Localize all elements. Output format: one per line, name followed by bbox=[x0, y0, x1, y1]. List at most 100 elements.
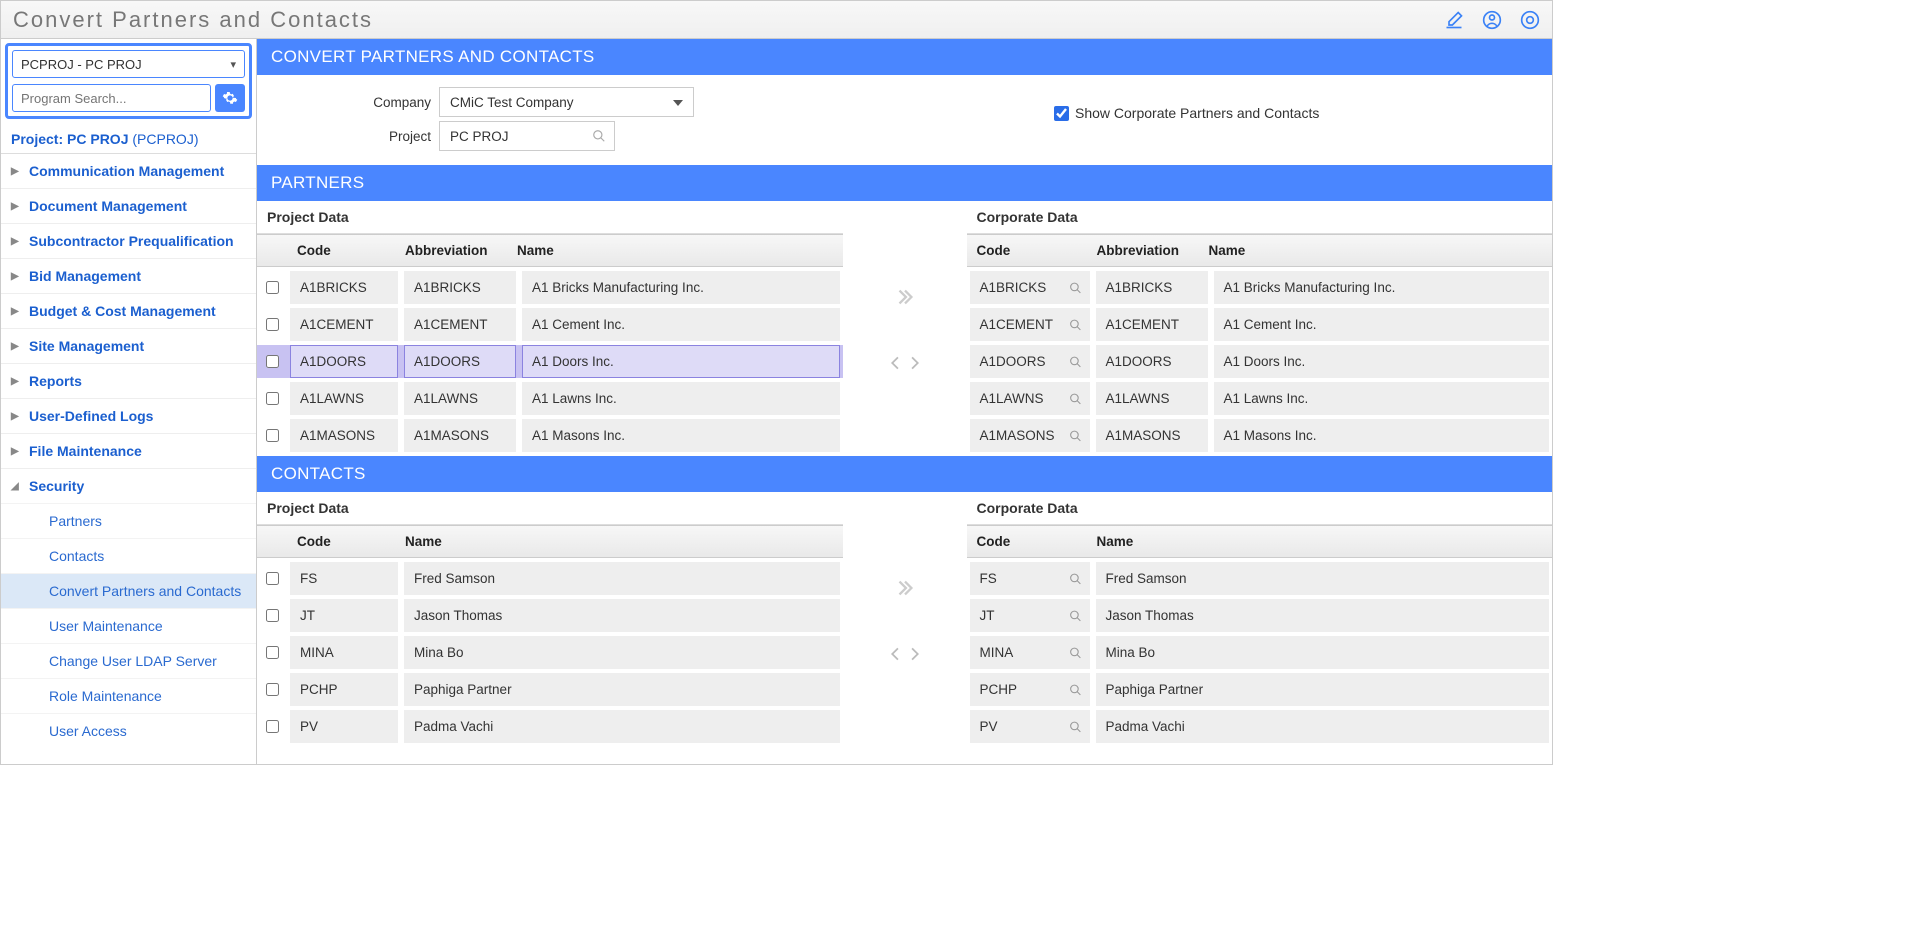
search-icon[interactable] bbox=[1069, 683, 1082, 696]
project-label: Project: PC PROJ (PCPROJ) bbox=[1, 123, 256, 153]
project-label-form: Project bbox=[269, 129, 439, 144]
nav-security-useraccess[interactable]: User Access bbox=[1, 713, 256, 748]
nav-document[interactable]: ▶Document Management bbox=[1, 188, 256, 223]
row-checkbox[interactable] bbox=[266, 429, 279, 442]
page-title: Convert Partners and Contacts bbox=[13, 7, 373, 33]
row-checkbox[interactable] bbox=[266, 355, 279, 368]
nav-security-convert[interactable]: Convert Partners and Contacts bbox=[1, 573, 256, 608]
nav-bid[interactable]: ▶Bid Management bbox=[1, 258, 256, 293]
project-input[interactable]: PC PROJ bbox=[439, 121, 615, 151]
col-code[interactable]: Code bbox=[967, 526, 1087, 557]
row-checkbox[interactable] bbox=[266, 609, 279, 622]
row-checkbox[interactable] bbox=[266, 281, 279, 294]
table-row[interactable]: A1DOORS A1DOORS A1 Doors Inc. bbox=[967, 345, 1553, 382]
contacts-corporate-title: Corporate Data bbox=[967, 492, 1553, 525]
table-row[interactable]: A1MASONS A1MASONS A1 Masons Inc. bbox=[967, 419, 1553, 456]
table-row[interactable]: PV Padma Vachi bbox=[967, 710, 1553, 747]
contacts-project-panel: Project Data Code Name FS Fred Samson JT… bbox=[257, 492, 843, 747]
contacts-corporate-panel: Corporate Data Code Name FS Fred Samson … bbox=[967, 492, 1553, 747]
contacts-project-title: Project Data bbox=[257, 492, 843, 525]
partners-corporate-title: Corporate Data bbox=[967, 201, 1553, 234]
move-lr-icon[interactable] bbox=[888, 645, 922, 663]
col-abbr[interactable]: Abbreviation bbox=[395, 235, 507, 266]
col-code[interactable]: Code bbox=[967, 235, 1087, 266]
nav-reports[interactable]: ▶Reports bbox=[1, 363, 256, 398]
move-lr-icon[interactable] bbox=[888, 354, 922, 372]
table-row[interactable]: JT Jason Thomas bbox=[257, 599, 843, 636]
nav-security-contacts[interactable]: Contacts bbox=[1, 538, 256, 573]
show-corporate-checkbox[interactable]: Show Corporate Partners and Contacts bbox=[1054, 105, 1319, 121]
table-row[interactable]: A1DOORS A1DOORS A1 Doors Inc. bbox=[257, 345, 843, 382]
search-icon[interactable] bbox=[1069, 355, 1082, 368]
row-checkbox[interactable] bbox=[266, 720, 279, 733]
search-icon[interactable] bbox=[1069, 646, 1082, 659]
nav-budget[interactable]: ▶Budget & Cost Management bbox=[1, 293, 256, 328]
search-input[interactable] bbox=[12, 84, 211, 112]
gear-button[interactable] bbox=[215, 84, 245, 112]
company-select[interactable]: CMiC Test Company bbox=[439, 87, 694, 117]
table-row[interactable]: A1BRICKS A1BRICKS A1 Bricks Manufacturin… bbox=[967, 267, 1553, 308]
nav-security[interactable]: ◢Security bbox=[1, 468, 256, 503]
row-checkbox[interactable] bbox=[266, 318, 279, 331]
col-name[interactable]: Name bbox=[1199, 235, 1553, 266]
table-row[interactable]: A1MASONS A1MASONS A1 Masons Inc. bbox=[257, 419, 843, 456]
table-row[interactable]: FS Fred Samson bbox=[967, 558, 1553, 599]
table-row[interactable]: A1CEMENT A1CEMENT A1 Cement Inc. bbox=[967, 308, 1553, 345]
table-row[interactable]: MINA Mina Bo bbox=[967, 636, 1553, 673]
row-checkbox[interactable] bbox=[266, 646, 279, 659]
move-right-all-icon[interactable] bbox=[894, 577, 916, 599]
nav-filemaint[interactable]: ▶File Maintenance bbox=[1, 433, 256, 468]
help-icon[interactable] bbox=[1520, 10, 1540, 30]
nav-security-rolemaint[interactable]: Role Maintenance bbox=[1, 678, 256, 713]
col-code[interactable]: Code bbox=[287, 235, 395, 266]
search-icon[interactable] bbox=[1069, 392, 1082, 405]
nav-communication[interactable]: ▶Communication Management bbox=[1, 153, 256, 188]
header-contacts: CONTACTS bbox=[257, 456, 1552, 492]
row-checkbox[interactable] bbox=[266, 572, 279, 585]
move-right-all-icon[interactable] bbox=[894, 286, 916, 308]
row-checkbox[interactable] bbox=[266, 683, 279, 696]
partners-project-title: Project Data bbox=[257, 201, 843, 234]
project-select-value: PCPROJ - PC PROJ bbox=[21, 57, 142, 72]
table-row[interactable]: A1LAWNS A1LAWNS A1 Lawns Inc. bbox=[967, 382, 1553, 419]
project-select[interactable]: PCPROJ - PC PROJ bbox=[12, 50, 245, 78]
header-partners: PARTNERS bbox=[257, 165, 1552, 201]
nav-subcontractor[interactable]: ▶Subcontractor Prequalification bbox=[1, 223, 256, 258]
search-icon[interactable] bbox=[1069, 281, 1082, 294]
row-checkbox[interactable] bbox=[266, 392, 279, 405]
nav-site[interactable]: ▶Site Management bbox=[1, 328, 256, 363]
table-row[interactable]: PCHP Paphiga Partner bbox=[967, 673, 1553, 710]
table-row[interactable]: FS Fred Samson bbox=[257, 558, 843, 599]
partners-project-panel: Project Data Code Abbreviation Name A1BR… bbox=[257, 201, 843, 456]
table-row[interactable]: PCHP Paphiga Partner bbox=[257, 673, 843, 710]
search-icon[interactable] bbox=[1069, 318, 1082, 331]
table-row[interactable]: A1CEMENT A1CEMENT A1 Cement Inc. bbox=[257, 308, 843, 345]
search-icon[interactable] bbox=[592, 129, 606, 143]
partners-corporate-panel: Corporate Data Code Abbreviation Name A1… bbox=[967, 201, 1553, 456]
header-convert: CONVERT PARTNERS AND CONTACTS bbox=[257, 39, 1552, 75]
table-row[interactable]: A1BRICKS A1BRICKS A1 Bricks Manufacturin… bbox=[257, 267, 843, 308]
col-name[interactable]: Name bbox=[507, 235, 843, 266]
col-name[interactable]: Name bbox=[395, 526, 843, 557]
col-code[interactable]: Code bbox=[287, 526, 395, 557]
col-name[interactable]: Name bbox=[1087, 526, 1553, 557]
titlebar: Convert Partners and Contacts bbox=[1, 1, 1552, 39]
nav-security-partners[interactable]: Partners bbox=[1, 503, 256, 538]
nav: ▶Communication Management ▶Document Mana… bbox=[1, 153, 256, 764]
search-icon[interactable] bbox=[1069, 572, 1082, 585]
user-icon[interactable] bbox=[1482, 10, 1502, 30]
nav-udl[interactable]: ▶User-Defined Logs bbox=[1, 398, 256, 433]
edit-icon[interactable] bbox=[1444, 10, 1464, 30]
table-row[interactable]: JT Jason Thomas bbox=[967, 599, 1553, 636]
search-icon[interactable] bbox=[1069, 720, 1082, 733]
search-icon[interactable] bbox=[1069, 429, 1082, 442]
nav-security-usermaint[interactable]: User Maintenance bbox=[1, 608, 256, 643]
table-row[interactable]: A1LAWNS A1LAWNS A1 Lawns Inc. bbox=[257, 382, 843, 419]
form-area: Company CMiC Test Company Project PC PRO… bbox=[257, 75, 1552, 165]
col-abbr[interactable]: Abbreviation bbox=[1087, 235, 1199, 266]
company-label: Company bbox=[269, 95, 439, 110]
table-row[interactable]: MINA Mina Bo bbox=[257, 636, 843, 673]
search-icon[interactable] bbox=[1069, 609, 1082, 622]
nav-security-ldap[interactable]: Change User LDAP Server bbox=[1, 643, 256, 678]
table-row[interactable]: PV Padma Vachi bbox=[257, 710, 843, 747]
